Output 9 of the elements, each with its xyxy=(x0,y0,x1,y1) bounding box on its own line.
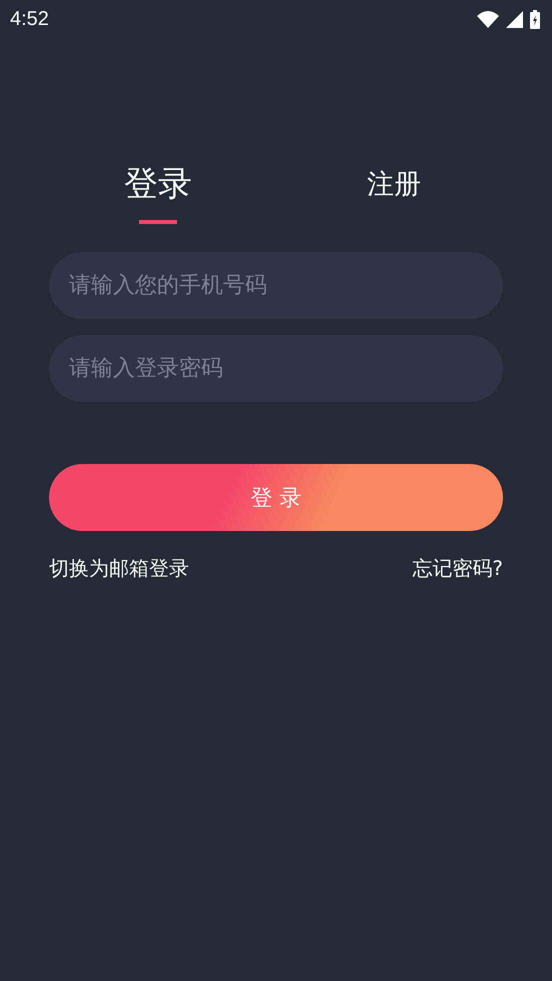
tab[interactable]: 注册 xyxy=(276,154,512,214)
battery-icon xyxy=(530,10,540,28)
forgot-password-link[interactable]: 忘记密码? xyxy=(412,555,503,582)
input-field[interactable]: 请输入登录密码 xyxy=(49,335,503,402)
status-time: 4:52 xyxy=(10,8,49,30)
switch-email-link[interactable]: 切换为邮箱登录 xyxy=(49,555,189,582)
input-field[interactable]: 请输入您的手机号码 xyxy=(49,252,503,319)
signal-icon xyxy=(506,10,523,28)
wifi-icon xyxy=(477,10,499,28)
